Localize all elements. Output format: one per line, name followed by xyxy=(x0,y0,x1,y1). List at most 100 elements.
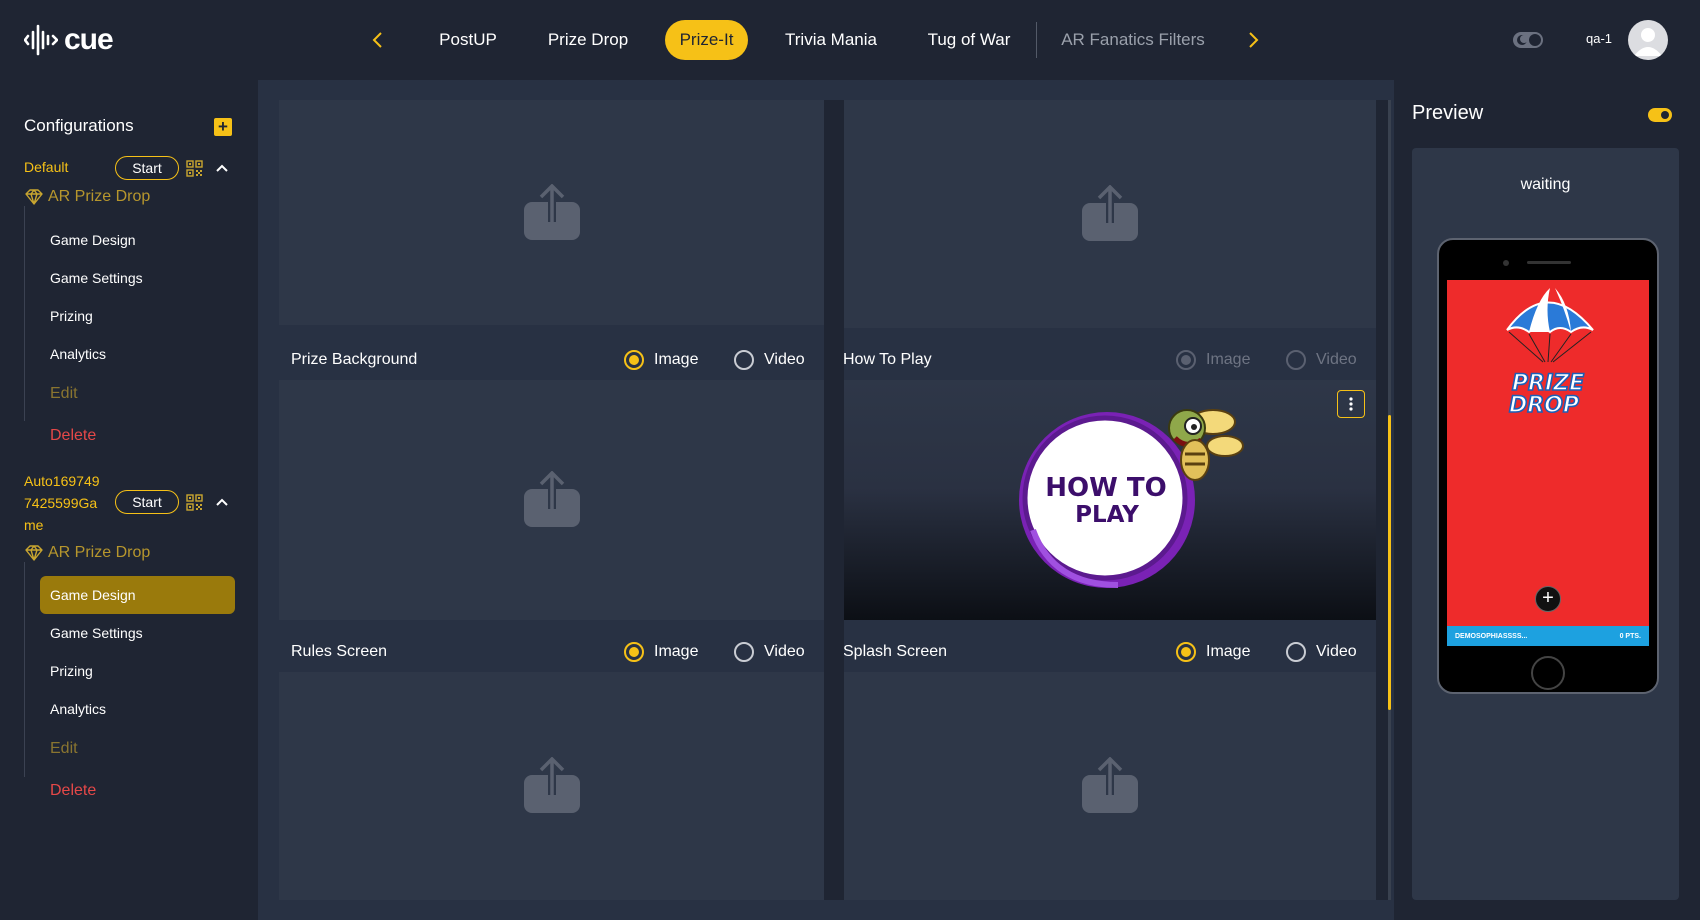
diamond-icon xyxy=(25,545,43,561)
tab-trivia-mania[interactable]: Trivia Mania xyxy=(776,20,886,60)
config-name-line: Auto169749 xyxy=(24,473,100,489)
radio-label: Image xyxy=(1206,643,1251,660)
config-name-default[interactable]: Default xyxy=(24,156,68,178)
game-type-text: AR Prize Drop xyxy=(48,544,151,561)
waveform-icon xyxy=(24,24,58,56)
section-label-splash-screen: Splash Screen xyxy=(843,643,948,660)
radio-circle xyxy=(734,350,754,370)
avatar[interactable] xyxy=(1628,20,1668,60)
upload-icon xyxy=(523,757,580,813)
radio-label: Image xyxy=(654,351,699,368)
add-configuration-button[interactable]: + xyxy=(214,118,232,136)
phone-home-button xyxy=(1531,656,1565,690)
menu-game-design[interactable]: Game Design xyxy=(40,576,235,614)
theme-toggle-icon[interactable] xyxy=(1512,28,1544,52)
section-label-prize-background: Prize Background xyxy=(291,351,418,368)
radio-label: Video xyxy=(1316,351,1357,368)
menu-analytics[interactable]: Analytics xyxy=(40,335,235,373)
user-tag: DEMOSOPHIASSSS... xyxy=(1455,632,1528,640)
column-divider xyxy=(824,100,844,900)
add-button[interactable]: + xyxy=(1535,586,1561,612)
radio-circle xyxy=(1286,350,1306,370)
tab-prize-it[interactable]: Prize-It xyxy=(665,20,748,60)
points-text: 0 PTS. xyxy=(1619,632,1641,640)
nav-next-arrow[interactable] xyxy=(1240,26,1268,54)
chevron-up-icon[interactable] xyxy=(214,162,230,174)
upload-dropzone[interactable] xyxy=(279,672,824,900)
tab-ar-fanatics-filters[interactable]: AR Fanatics Filters xyxy=(1056,20,1210,60)
start-button[interactable]: Start xyxy=(115,490,179,514)
preview-toggle[interactable] xyxy=(1648,108,1672,122)
menu-delete[interactable]: Delete xyxy=(40,772,235,810)
qr-code-icon[interactable] xyxy=(186,494,203,511)
how-to-play-artwork: HOW TO PLAY xyxy=(1019,409,1244,588)
menu-game-settings[interactable]: Game Settings xyxy=(40,259,235,297)
radio-label: Image xyxy=(654,643,699,660)
radio-label: Video xyxy=(764,351,805,368)
upload-icon xyxy=(1081,757,1138,813)
radio-label: Video xyxy=(1316,643,1357,660)
menu-delete[interactable]: Delete xyxy=(40,417,235,455)
diamond-icon xyxy=(25,189,43,205)
menu-analytics[interactable]: Analytics xyxy=(40,690,235,728)
menu-game-design[interactable]: Game Design xyxy=(40,221,235,259)
preview-panel: waiting PRIZE DROP + DEMOSOPHIASSSS... 0… xyxy=(1412,148,1679,900)
menu-edit[interactable]: Edit xyxy=(40,375,235,413)
kebab-menu-icon xyxy=(1349,397,1353,411)
logo-text: cue xyxy=(64,23,114,56)
sidebar: Configurations + Default Start AR Prize … xyxy=(0,80,258,920)
tab-divider xyxy=(1036,22,1037,58)
radio-video[interactable]: Video xyxy=(1286,642,1357,662)
user-name: qa-1 xyxy=(1586,31,1613,46)
menu-game-settings[interactable]: Game Settings xyxy=(40,614,235,652)
tab-prize-drop[interactable]: Prize Drop xyxy=(538,20,638,60)
user-icon xyxy=(1634,28,1662,56)
tab-postup[interactable]: PostUP xyxy=(426,20,510,60)
radio-image[interactable]: Image xyxy=(1176,642,1250,662)
config-name-line: me xyxy=(24,517,44,533)
upload-dropzone[interactable] xyxy=(843,100,1376,328)
column-divider xyxy=(1376,100,1388,900)
artwork-text-line: HOW TO xyxy=(1045,473,1166,503)
radio-image[interactable]: Image xyxy=(624,642,698,662)
radio-circle xyxy=(734,642,754,662)
tab-tug-of-war[interactable]: Tug of War xyxy=(914,20,1024,60)
menu-edit[interactable]: Edit xyxy=(40,730,235,768)
nav-prev-arrow[interactable] xyxy=(363,26,391,54)
upload-dropzone[interactable] xyxy=(279,380,824,620)
radio-video[interactable]: Video xyxy=(734,642,805,662)
menu-prizing[interactable]: Prizing xyxy=(40,652,235,690)
phone-camera xyxy=(1503,260,1509,266)
start-button[interactable]: Start xyxy=(115,156,179,180)
top-nav-bar: cue PostUP Prize Drop Prize-It Trivia Ma… xyxy=(0,0,1700,80)
radio-image[interactable]: Image xyxy=(1176,350,1250,370)
game-type-label[interactable]: AR Prize Drop xyxy=(24,544,150,562)
chevron-left-icon xyxy=(372,32,382,48)
upload-icon xyxy=(523,471,580,527)
chevron-right-icon xyxy=(1249,32,1259,48)
game-type-text: AR Prize Drop xyxy=(48,188,151,205)
radio-label: Video xyxy=(764,643,805,660)
upload-dropzone[interactable] xyxy=(843,672,1376,900)
radio-image[interactable]: Image xyxy=(624,350,698,370)
radio-video[interactable]: Video xyxy=(1286,350,1357,370)
section-label-how-to-play: How To Play xyxy=(843,351,932,368)
radio-video[interactable]: Video xyxy=(734,350,805,370)
cue-logo[interactable]: cue xyxy=(24,20,114,60)
game-type-label[interactable]: AR Prize Drop xyxy=(24,188,150,206)
radio-circle xyxy=(624,350,644,370)
tree-line xyxy=(24,562,25,777)
more-options-button[interactable] xyxy=(1337,390,1365,418)
radio-circle xyxy=(624,642,644,662)
phone-speaker xyxy=(1527,261,1571,264)
menu-prizing[interactable]: Prizing xyxy=(40,297,235,335)
chevron-up-icon[interactable] xyxy=(214,496,230,508)
upload-dropzone[interactable] xyxy=(279,100,824,325)
qr-code-icon[interactable] xyxy=(186,160,203,177)
phone-status-bar: DEMOSOPHIASSSS... 0 PTS. xyxy=(1447,626,1649,646)
tree-line xyxy=(24,206,25,421)
content-top-pad xyxy=(258,80,1394,100)
upload-icon xyxy=(523,183,580,240)
config-name-auto[interactable]: Auto169749 7425599Ga me xyxy=(24,470,100,536)
radio-label: Image xyxy=(1206,351,1251,368)
